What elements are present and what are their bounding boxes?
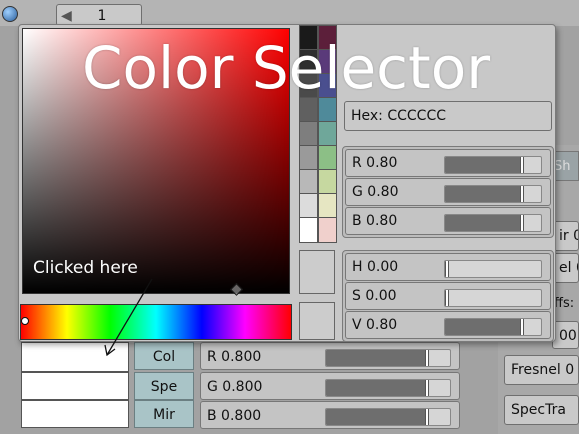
right-field-3[interactable]: 00 [552, 321, 579, 349]
material-blue-label: B 0.800 [207, 408, 262, 424]
saturation-label: S 0.00 [352, 288, 397, 304]
globe-icon[interactable] [2, 6, 18, 22]
red-knob[interactable] [519, 157, 524, 173]
red-fill [445, 157, 522, 173]
palette-swatch[interactable] [318, 217, 337, 243]
right-field-1[interactable]: ir 0 [552, 221, 579, 251]
hue-knob[interactable] [445, 261, 449, 277]
green-slider[interactable]: G 0.80 [345, 178, 551, 206]
green-track[interactable] [444, 185, 542, 203]
material-red-slider[interactable]: R 0.800 [200, 342, 460, 370]
saturation-slider[interactable]: S 0.00 [345, 282, 551, 310]
material-blue-slider[interactable]: B 0.800 [200, 401, 460, 429]
palette-swatch[interactable] [299, 169, 318, 195]
annotation-arrow [104, 278, 153, 357]
saturation-track[interactable] [444, 289, 542, 307]
value-fill [445, 319, 522, 335]
red-slider[interactable]: R 0.80 [345, 149, 551, 177]
material-red-track[interactable] [325, 349, 451, 367]
tab-spe[interactable]: Spe [134, 372, 194, 400]
blue-fill [445, 215, 522, 231]
green-fill [445, 186, 522, 202]
material-green-knob[interactable] [425, 380, 430, 396]
material-red-knob[interactable] [425, 350, 430, 366]
palette-swatch[interactable] [318, 121, 337, 147]
blue-slider[interactable]: B 0.80 [345, 207, 551, 235]
red-track[interactable] [444, 156, 542, 174]
right-field-2[interactable]: el 0 [552, 253, 579, 283]
material-blue-track[interactable] [325, 408, 451, 426]
material-blue-knob[interactable] [425, 409, 430, 425]
palette-swatch[interactable] [318, 169, 337, 195]
material-green-label: G 0.800 [207, 379, 263, 395]
material-green-slider[interactable]: G 0.800 [200, 372, 460, 400]
hue-slider[interactable]: H 0.00 [345, 253, 551, 281]
value-slider[interactable]: V 0.80 [345, 311, 551, 339]
hue-track[interactable] [444, 260, 542, 278]
blue-knob[interactable] [519, 215, 524, 231]
previous-color-swatch[interactable] [299, 302, 335, 340]
hue-cursor[interactable] [21, 317, 29, 325]
spectra-button[interactable]: SpecTra [504, 395, 579, 425]
page-number: 1 [97, 8, 107, 24]
value-knob[interactable] [519, 319, 524, 335]
material-blue-fill [326, 409, 426, 425]
color-preview-spe[interactable] [21, 372, 129, 400]
green-knob[interactable] [519, 186, 524, 202]
green-label: G 0.80 [352, 184, 399, 200]
palette-swatch[interactable] [299, 121, 318, 147]
prev-arrow-icon[interactable]: ◀ [61, 5, 72, 25]
blue-label: B 0.80 [352, 213, 398, 229]
color-preview-mir[interactable] [21, 400, 129, 428]
palette-swatch[interactable] [299, 193, 318, 219]
current-color-swatch [299, 250, 335, 294]
material-green-track[interactable] [325, 379, 451, 397]
saturation-knob[interactable] [445, 290, 449, 306]
palette-swatch[interactable] [299, 217, 318, 243]
tab-mir[interactable]: Mir [134, 400, 194, 428]
red-label: R 0.80 [352, 155, 398, 171]
hex-field[interactable]: Hex: CCCCCC [344, 101, 552, 131]
value-label: V 0.80 [352, 317, 398, 333]
material-red-label: R 0.800 [207, 349, 262, 365]
hue-label: H 0.00 [352, 259, 399, 275]
popup-title: Color Selector [82, 34, 491, 102]
fresnel-field[interactable]: Fresnel 0 [504, 355, 579, 385]
blue-track[interactable] [444, 214, 542, 232]
material-green-fill [326, 380, 426, 396]
value-track[interactable] [444, 318, 542, 336]
page-number-field[interactable]: ◀ 1 [56, 4, 142, 26]
material-red-fill [326, 350, 426, 366]
palette-swatch[interactable] [318, 145, 337, 171]
right-label-offs: ffs: [554, 296, 575, 311]
palette-swatch[interactable] [299, 145, 318, 171]
palette-swatch[interactable] [318, 193, 337, 219]
